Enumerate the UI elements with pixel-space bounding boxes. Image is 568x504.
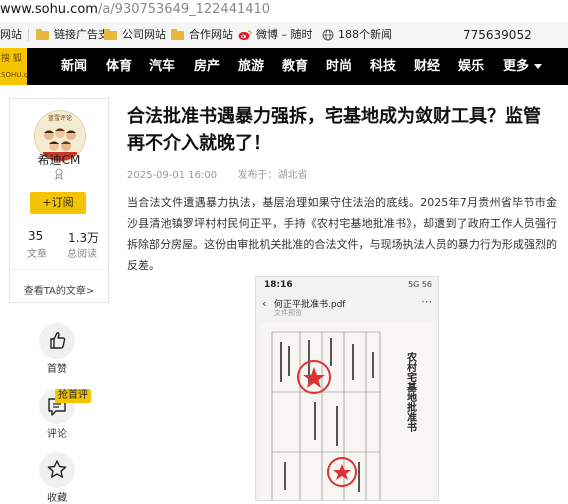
top-nav: 搜 狐 SOHU.com 新闻 体育 汽车 房产 旅游 教育 时尚 科技 财经 …	[0, 48, 568, 85]
chevron-down-icon	[534, 64, 543, 69]
address-bar[interactable]: www.sohu.com/a/930753649_122441410	[0, 0, 568, 20]
article-paragraph: 当合法文件遭遇暴力执法，基层治理如果守住法治的底线。2025年7月贵州省毕节市金…	[127, 196, 557, 272]
article-title: 合法批准书遇暴力强拆，宅基地成为敛财工具？监管再不介入就晚了！	[127, 106, 541, 154]
bookmark-label: 775639052	[463, 28, 532, 42]
first-comment-badge[interactable]: 抢首评	[55, 389, 91, 403]
bookmark-label: 微博 – 随时	[256, 28, 313, 41]
bookmark-label: 网站	[0, 28, 22, 41]
author-name[interactable]: 希迪CM	[10, 151, 108, 168]
bookmark-label: 公司网站	[122, 28, 166, 41]
nav-item-tech[interactable]: 科技	[370, 48, 396, 85]
favorite-circle	[39, 452, 75, 488]
more-icon: ⋯	[421, 295, 432, 308]
avatar-caption: 蓝雪评论	[48, 114, 72, 122]
bookmark-partner-sites[interactable]: 合作网站	[171, 22, 233, 48]
publish-source: 发布于：湖北省	[237, 170, 308, 181]
article-image[interactable]: 18:16 5G 56 ‹ 何正平批准书.pdf 文件预览 ⋯ 农村宅基地批准书	[255, 276, 439, 501]
see-author-articles-link[interactable]: 查看TA的文章>	[10, 282, 108, 297]
logo-text: 搜 狐	[1, 54, 22, 64]
like-circle	[39, 323, 75, 359]
views-label: 总阅读	[67, 249, 97, 260]
logo-subtext: SOHU.com	[1, 71, 27, 79]
medal-icon	[55, 168, 63, 180]
articles-label: 文章	[27, 249, 47, 260]
document-scan: 农村宅基地批准书	[260, 322, 434, 500]
favorite-label: 收藏	[47, 493, 67, 504]
bookmark-label: 188个新闻	[338, 28, 392, 41]
bookmark-weibo[interactable]: 微博 – 随时	[238, 22, 313, 48]
pdf-file-sub: 文件预览	[274, 309, 302, 317]
nav-item-travel[interactable]: 旅游	[238, 48, 264, 85]
weibo-icon	[238, 30, 252, 40]
publish-date: 2025-09-01 16:00	[127, 170, 218, 181]
nav-item-education[interactable]: 教育	[282, 48, 308, 85]
comment-label: 评论	[47, 429, 67, 440]
sohu-logo[interactable]: 搜 狐 SOHU.com	[0, 48, 27, 85]
bookmark-divider	[28, 29, 29, 41]
favorite-button[interactable]: 收藏	[37, 452, 77, 504]
bookmark-label: 合作网站	[189, 28, 233, 41]
nav-item-auto[interactable]: 汽车	[149, 48, 175, 85]
bookmark-news[interactable]: 188个新闻	[322, 22, 392, 48]
nav-item-realestate[interactable]: 房产	[194, 48, 220, 85]
star-icon	[47, 460, 67, 478]
nav-item-fashion[interactable]: 时尚	[326, 48, 352, 85]
nav-item-news[interactable]: 新闻	[61, 48, 87, 85]
folder-icon	[36, 28, 49, 40]
folder-icon	[171, 28, 184, 40]
scanned-document: 农村宅基地批准书	[260, 322, 434, 500]
author-card: 蓝雪评论 希迪CM +订阅 35 文章 1.3万 总阅读 查看TA的文章>	[9, 98, 109, 303]
nav-item-entertainment[interactable]: 娱乐	[458, 48, 484, 85]
bookmark-link-ads[interactable]: 链接广告支	[36, 22, 109, 48]
url-host: www.sohu.com	[0, 2, 98, 17]
follow-button[interactable]: +订阅	[30, 192, 86, 214]
like-button[interactable]: 首赞	[37, 323, 77, 375]
status-signal: 5G 56	[407, 280, 432, 289]
bookmark-company-sites[interactable]: 公司网站	[104, 22, 166, 48]
bookmark-label: 链接广告支	[54, 28, 109, 41]
articles-count: 35	[28, 229, 44, 243]
nav-item-sports[interactable]: 体育	[106, 48, 132, 85]
bookmark-site[interactable]: 网站	[0, 22, 22, 48]
bookmark-number[interactable]: 775639052	[463, 22, 532, 48]
url-path: /a/930753649_122441410	[97, 2, 271, 17]
nav-item-finance[interactable]: 财经	[414, 48, 440, 85]
folder-icon	[104, 28, 117, 40]
views-count: 1.3万	[68, 231, 100, 245]
nav-more-label: 更多	[503, 59, 530, 74]
status-time: 18:16	[264, 280, 293, 290]
divider	[10, 269, 108, 270]
nav-item-more[interactable]: 更多	[503, 48, 543, 85]
like-label: 首赞	[47, 364, 67, 375]
thumbs-up-icon	[50, 332, 66, 349]
bookmarks-bar: 网站 链接广告支 公司网站 合作网站 微博 – 随时 188个新闻 775639…	[0, 22, 568, 49]
back-arrow-icon: ‹	[262, 297, 267, 310]
article-meta: 2025-09-01 16:00 发布于：湖北省	[127, 166, 308, 181]
globe-icon	[322, 29, 334, 41]
